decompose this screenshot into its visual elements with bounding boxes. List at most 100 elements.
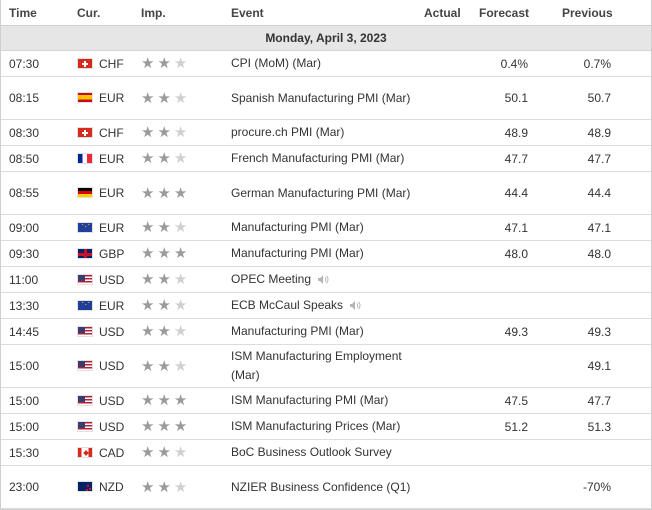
importance-star-icon: ★ bbox=[173, 297, 191, 314]
event-currency: GBP bbox=[99, 246, 125, 261]
importance-star-icon: ★ bbox=[173, 184, 191, 202]
table-row[interactable]: 08:55 EUR ★ ★ ★ German Manufacturing PMI (Mar… bbox=[1, 172, 651, 215]
table-row[interactable]: 15:00 USD ★ ★ ★ ISM Manufacturing PMI (Mar) 47… bbox=[1, 388, 651, 414]
table-row[interactable]: 09:00EUR★★★Manufacturing PMI (Mar)47.147… bbox=[1, 215, 651, 241]
event-name[interactable]: Manufacturing PMI (Mar) bbox=[231, 215, 416, 240]
importance-rating: ★ ★ ★ bbox=[141, 388, 190, 413]
event-currency: USD bbox=[99, 359, 125, 373]
event-name[interactable]: French Manufacturing PMI (Mar) bbox=[231, 146, 416, 171]
col-time-header[interactable]: Time bbox=[9, 6, 37, 20]
speaker-icon[interactable] bbox=[317, 274, 329, 285]
event-previous: 47.7 bbox=[587, 151, 611, 166]
importance-star-icon: ★ bbox=[157, 150, 174, 167]
event-name[interactable]: ISM Manufacturing Employment (Mar) bbox=[231, 345, 416, 387]
event-forecast: 48.0 bbox=[504, 246, 528, 261]
importance-star-icon: ★ bbox=[157, 478, 174, 496]
importance-star-icon: ★ bbox=[173, 444, 191, 461]
event-time: 23:00 bbox=[9, 480, 40, 494]
table-row[interactable]: 08:50 EUR ★ ★ ★ French Manufacturing PMI (Mar… bbox=[1, 146, 651, 172]
table-row[interactable]: 08:30 CHF ★ ★ ★ procure.ch PMI (Mar) 48.9 48.9 bbox=[1, 120, 651, 146]
event-name[interactable]: ECB McCaul Speaks bbox=[231, 293, 416, 318]
importance-rating: ★ ★ ★ bbox=[141, 440, 190, 465]
importance-star-icon: ★ bbox=[141, 245, 158, 262]
event-name[interactable]: NZIER Business Confidence (Q1) bbox=[231, 466, 416, 508]
table-row[interactable]: 14:45 USD ★ ★ ★ Manufacturing PMI (Mar) 49.3 49… bbox=[1, 319, 651, 345]
col-importance-header[interactable]: Imp. bbox=[141, 6, 166, 20]
event-forecast: 0.4% bbox=[500, 56, 528, 71]
importance-rating: ★ ★ ★ bbox=[141, 120, 190, 145]
event-name[interactable]: Manufacturing PMI (Mar) bbox=[231, 241, 416, 266]
table-row[interactable]: 15:30 CAD ★ ★ ★ BoC Business Outlook Survey bbox=[1, 440, 651, 466]
event-time: 15:30 bbox=[9, 445, 40, 460]
us-flag-icon bbox=[77, 420, 93, 432]
gb-flag-icon bbox=[77, 247, 93, 259]
event-name[interactable]: ISM Manufacturing Prices (Mar) bbox=[231, 414, 416, 439]
importance-star-icon: ★ bbox=[157, 357, 174, 375]
importance-star-icon: ★ bbox=[173, 55, 191, 72]
event-time: 15:00 bbox=[9, 359, 40, 373]
ca-flag-icon bbox=[77, 446, 93, 458]
importance-rating: ★ ★ ★ bbox=[141, 414, 190, 439]
event-name[interactable]: OPEC Meeting bbox=[231, 267, 416, 292]
col-actual-header[interactable]: Actual bbox=[424, 6, 461, 20]
col-currency-header[interactable]: Cur. bbox=[77, 6, 100, 20]
table-row[interactable]: 15:00 USD ★ ★ ★ ISM Manufacturing Prices (Mar… bbox=[1, 414, 651, 440]
table-row[interactable]: 13:30EUR★★★ECB McCaul Speaks bbox=[1, 293, 651, 319]
importance-star-icon: ★ bbox=[141, 297, 158, 314]
col-event-header[interactable]: Event bbox=[231, 6, 264, 20]
economic-calendar: Time Cur. Imp. Event Actual Forecast Pre… bbox=[0, 0, 652, 510]
event-name[interactable]: Manufacturing PMI (Mar) bbox=[231, 319, 416, 344]
importance-star-icon: ★ bbox=[141, 89, 158, 107]
table-row[interactable]: 15:00 USD ★ ★ ★ ISM Manufacturing Employment … bbox=[1, 345, 651, 388]
importance-star-icon: ★ bbox=[141, 271, 158, 288]
col-previous-header[interactable]: Previous bbox=[562, 6, 613, 20]
event-previous: 47.7 bbox=[587, 393, 611, 408]
event-name[interactable]: Spanish Manufacturing PMI (Mar) bbox=[231, 77, 416, 119]
importance-rating: ★ ★ ★ bbox=[141, 293, 190, 318]
event-name[interactable]: German Manufacturing PMI (Mar) bbox=[231, 172, 416, 214]
event-time: 08:50 bbox=[9, 151, 40, 166]
event-name[interactable]: CPI (MoM) (Mar) bbox=[231, 51, 416, 76]
importance-rating: ★ ★ ★ bbox=[141, 466, 190, 508]
event-name[interactable]: BoC Business Outlook Survey bbox=[231, 440, 416, 465]
importance-star-icon: ★ bbox=[157, 124, 174, 141]
importance-star-icon: ★ bbox=[157, 219, 174, 236]
event-previous: 49.1 bbox=[587, 359, 611, 373]
event-name[interactable]: ISM Manufacturing PMI (Mar) bbox=[231, 388, 416, 413]
event-currency: USD bbox=[99, 393, 125, 408]
event-previous: 44.4 bbox=[587, 186, 611, 200]
table-row[interactable]: 09:30 GBP ★ ★ ★ Manufacturing PMI (Mar) 48.0 48… bbox=[1, 241, 651, 267]
event-currency: CAD bbox=[99, 445, 125, 460]
col-forecast-header[interactable]: Forecast bbox=[479, 6, 529, 20]
event-forecast: 51.2 bbox=[504, 419, 528, 434]
nz-flag-icon bbox=[77, 481, 93, 492]
event-time: 15:00 bbox=[9, 393, 40, 408]
importance-star-icon: ★ bbox=[157, 184, 174, 202]
importance-star-icon: ★ bbox=[141, 392, 158, 409]
event-forecast: 48.9 bbox=[504, 125, 528, 140]
event-previous: 48.0 bbox=[587, 246, 611, 261]
event-forecast: 47.1 bbox=[504, 220, 528, 235]
event-currency: EUR bbox=[99, 220, 125, 235]
es-flag-icon bbox=[77, 92, 93, 103]
us-flag-icon bbox=[77, 325, 93, 337]
importance-star-icon: ★ bbox=[173, 271, 191, 288]
importance-star-icon: ★ bbox=[173, 357, 191, 375]
fr-flag-icon bbox=[77, 152, 93, 164]
event-name[interactable]: procure.ch PMI (Mar) bbox=[231, 120, 416, 145]
importance-star-icon: ★ bbox=[141, 323, 158, 340]
event-currency: EUR bbox=[99, 151, 125, 166]
table-row[interactable]: 23:00 NZD ★ ★ ★ NZIER Business Confidence (Q1… bbox=[1, 466, 651, 509]
importance-star-icon: ★ bbox=[173, 245, 191, 262]
table-row[interactable]: 08:15 EUR ★ ★ ★ Spanish Manufacturing PMI (Ma… bbox=[1, 77, 651, 120]
table-row[interactable]: 07:30 CHF ★ ★ ★ CPI (MoM) (Mar) 0.4% 0.7% bbox=[1, 51, 651, 77]
importance-rating: ★ ★ ★ bbox=[141, 146, 190, 171]
event-previous: 48.9 bbox=[587, 125, 611, 140]
day-separator: Monday, April 3, 2023 bbox=[1, 26, 651, 51]
importance-star-icon: ★ bbox=[141, 357, 158, 375]
us-flag-icon bbox=[77, 394, 93, 406]
importance-star-icon: ★ bbox=[157, 271, 174, 288]
table-row[interactable]: 11:00 USD ★ ★ ★ OPEC Meeting bbox=[1, 267, 651, 293]
speaker-icon[interactable] bbox=[349, 300, 361, 311]
importance-star-icon: ★ bbox=[157, 297, 174, 314]
